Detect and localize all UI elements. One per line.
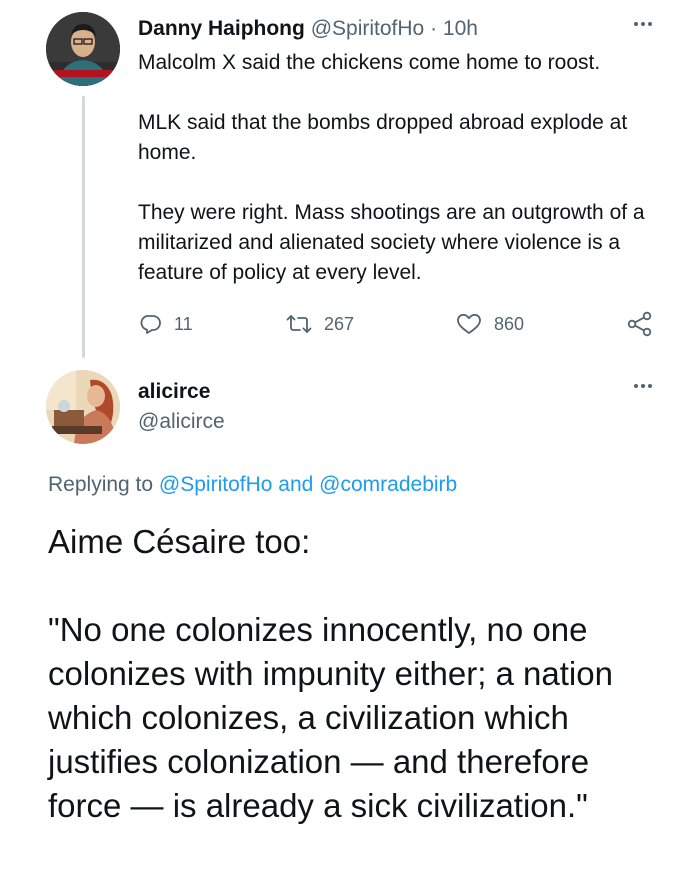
more-icon xyxy=(634,22,652,26)
retweet-icon xyxy=(286,315,312,333)
replying-to-label: Replying to xyxy=(48,473,154,496)
retweet-count: 267 xyxy=(324,313,355,334)
replying-to: Replying to @SpiritofHo and @comradebirb xyxy=(48,470,457,500)
like-count: 860 xyxy=(494,313,525,334)
tweet-actions: 11 267 860 xyxy=(138,306,658,342)
retweet-button[interactable]: 267 xyxy=(286,306,354,342)
reply-text: Aime Césaire too: "No one colonizes inno… xyxy=(48,520,668,872)
tweet-paragraph: They were right. Mass shootings are an o… xyxy=(138,201,645,284)
mention-link[interactable]: @comradebirb xyxy=(319,473,457,496)
tweet-paragraph: Malcolm X said the chickens come home to… xyxy=(138,51,601,74)
author-name[interactable]: Danny Haiphong xyxy=(138,17,305,40)
thread-connector-line xyxy=(82,96,85,358)
reply-author-handle[interactable]: @alicirce xyxy=(138,408,225,436)
reply-button[interactable]: 11 xyxy=(138,306,193,342)
mention-link[interactable]: @SpiritofHo xyxy=(159,473,273,496)
tweet-paragraph: MLK said that the bombs dropped abroad e… xyxy=(138,111,628,164)
like-button[interactable]: 860 xyxy=(456,306,524,342)
more-options-button[interactable] xyxy=(634,22,652,26)
reply-count: 11 xyxy=(174,313,193,334)
reply-icon xyxy=(140,315,161,334)
reply-author-name[interactable]: alicirce xyxy=(138,378,210,406)
more-options-button[interactable] xyxy=(634,384,652,388)
replying-to-conjunction: and xyxy=(278,473,314,496)
reply-author-avatar[interactable] xyxy=(46,370,120,444)
separator-dot: · xyxy=(430,17,438,40)
author-avatar[interactable] xyxy=(46,12,120,86)
tweet-header: Danny Haiphong @SpiritofHo · 10h xyxy=(138,14,640,44)
author-handle[interactable]: @SpiritofHo xyxy=(311,17,425,40)
share-button[interactable] xyxy=(626,306,654,342)
reply-paragraph: Aime Césaire too: xyxy=(48,523,311,560)
more-icon xyxy=(634,384,652,388)
tweet-text: Malcolm X said the chickens come home to… xyxy=(138,48,658,318)
share-icon xyxy=(627,311,652,337)
tweet-timestamp[interactable]: 10h xyxy=(443,17,478,40)
reply-paragraph: "No one colonizes innocently, no one col… xyxy=(48,611,613,824)
heart-icon xyxy=(457,313,481,334)
